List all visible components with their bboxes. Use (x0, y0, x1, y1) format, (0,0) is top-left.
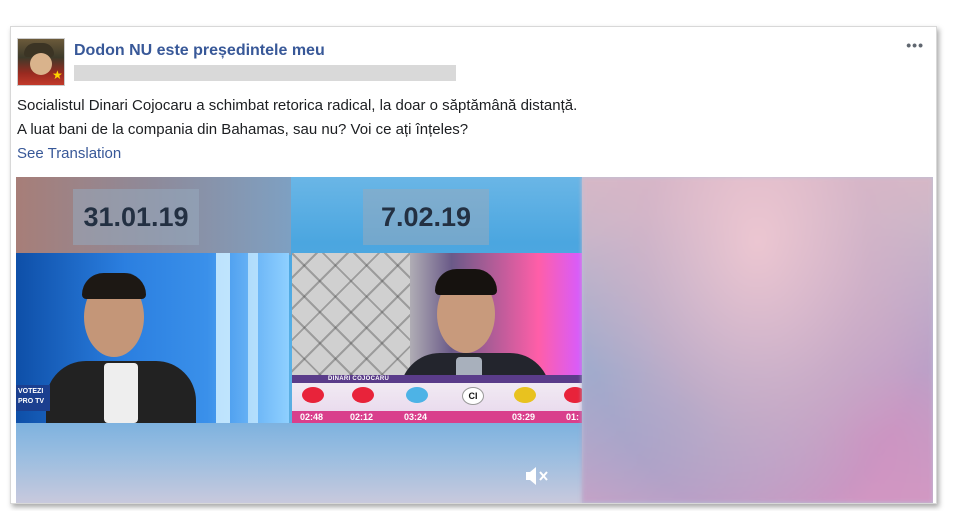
channel-badge: VOTEZI PRO TV (16, 385, 50, 411)
speaker-shirt (104, 363, 138, 423)
more-options-button[interactable]: ••• (906, 37, 924, 53)
channel-badge-line-1: VOTEZI (18, 388, 44, 395)
page-avatar[interactable]: ★ (17, 38, 65, 86)
lower-third-name: DINARI COJOCARU (328, 376, 390, 382)
post-text: Socialistul Dinari Cojocaru a schimbat r… (17, 94, 897, 142)
avatar-face (30, 53, 52, 75)
channel-badge-line-2: PRO TV (18, 398, 45, 405)
page-name-link[interactable]: Dodon NU este președintele meu (74, 42, 325, 60)
channel-time: 03:24 (404, 412, 428, 422)
channel-ticker-bar (292, 411, 582, 423)
post-text-line-2: A luat bani de la compania din Bahamas, … (17, 121, 469, 138)
see-translation-link[interactable]: See Translation (17, 145, 121, 162)
video-player[interactable]: 31.01.19 7.02.19 VOTEZI PRO TV DINARI CO… (16, 177, 933, 503)
video-bottom-area (16, 423, 582, 503)
video-blurred-side (582, 177, 933, 503)
video-panel-right: DINARI COJOCARU CI 02:48 02:12 03:24 03:… (292, 253, 582, 423)
channel-logo-icon (514, 387, 536, 403)
muted-speaker-icon[interactable] (524, 465, 550, 487)
studio-backdrop (292, 253, 410, 379)
speaker-hair (435, 269, 497, 295)
channel-time: 01: (566, 412, 580, 422)
speaker-hair (82, 273, 146, 299)
ci-channel-badge: CI (462, 387, 484, 405)
post-meta-redacted (74, 65, 456, 81)
studio-light (216, 253, 230, 423)
date-label-left: 31.01.19 (73, 189, 199, 245)
channel-logo-icon (302, 387, 324, 403)
channel-logo-icon (564, 387, 582, 403)
video-panel-left: VOTEZI PRO TV (16, 253, 289, 423)
video-frame[interactable]: 31.01.19 7.02.19 VOTEZI PRO TV DINARI CO… (16, 177, 582, 503)
channel-logo-icon (406, 387, 428, 403)
channel-time: 02:48 (300, 412, 324, 422)
channel-time: 03:29 (512, 412, 536, 422)
channel-time: 02:12 (350, 412, 374, 422)
post-text-line-1: Socialistul Dinari Cojocaru a schimbat r… (17, 97, 578, 114)
post-card: ★ Dodon NU este președintele meu ••• Soc… (10, 26, 937, 504)
channel-logo-icon (352, 387, 374, 403)
star-icon: ★ (52, 68, 63, 82)
date-label-right: 7.02.19 (363, 189, 489, 245)
studio-light (248, 253, 258, 423)
